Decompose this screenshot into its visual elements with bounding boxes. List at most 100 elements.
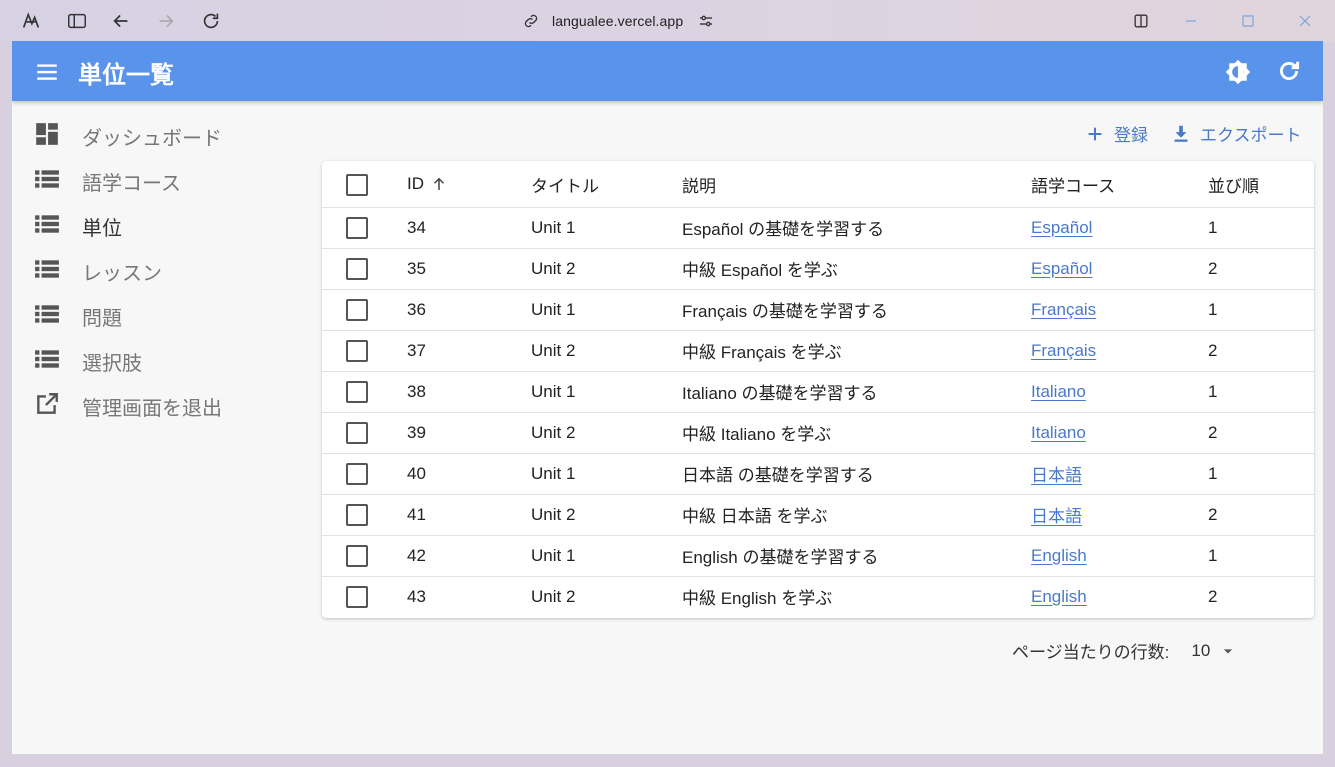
- table-row[interactable]: 43 Unit 2 中級 English を学ぶ English 2: [322, 576, 1314, 617]
- course-link[interactable]: Italiano: [1031, 382, 1086, 402]
- forward-icon[interactable]: [155, 10, 177, 32]
- cell-title: Unit 2: [531, 586, 576, 606]
- cell-title: Unit 1: [531, 545, 576, 565]
- course-link[interactable]: Español: [1031, 259, 1092, 279]
- back-icon[interactable]: [110, 10, 132, 32]
- cell-course: 日本語: [1031, 494, 1082, 535]
- split-view-icon[interactable]: [1131, 11, 1151, 31]
- cell-order: 1: [1208, 299, 1218, 319]
- list-icon: [34, 301, 60, 327]
- row-checkbox[interactable]: [346, 381, 368, 403]
- sidebar-item-label: 選択肢: [82, 353, 142, 375]
- minimize-icon[interactable]: [1181, 11, 1201, 31]
- dropdown-arrow-icon[interactable]: [1218, 641, 1238, 661]
- column-header-title[interactable]: タイトル: [531, 161, 599, 207]
- row-checkbox[interactable]: [346, 217, 368, 239]
- column-header-course[interactable]: 語学コース: [1031, 161, 1115, 207]
- cell-course: Español: [1031, 248, 1092, 289]
- column-header-description[interactable]: 説明: [682, 161, 716, 207]
- row-checkbox[interactable]: [346, 463, 368, 485]
- browser-titlebar: langualee.vercel.app: [0, 0, 1335, 42]
- cell-title: Unit 1: [531, 381, 576, 401]
- dashboard-icon: [34, 121, 60, 147]
- link-icon: [522, 12, 540, 30]
- sidebar-item-exit-admin[interactable]: 管理画面を退出: [12, 383, 312, 423]
- course-link[interactable]: Français: [1031, 300, 1096, 320]
- cell-order: 2: [1208, 586, 1218, 606]
- cell-id: 41: [407, 504, 426, 524]
- address-bar[interactable]: langualee.vercel.app: [522, 9, 715, 33]
- cell-course: Italiano: [1031, 412, 1086, 453]
- cell-title: Unit 1: [531, 463, 576, 483]
- rows-per-page-select[interactable]: 10: [1191, 641, 1210, 661]
- sidebar-item-units[interactable]: 単位: [12, 203, 312, 243]
- sort-ascending-icon: [433, 177, 445, 190]
- course-link[interactable]: Español: [1031, 218, 1092, 238]
- row-checkbox[interactable]: [346, 422, 368, 444]
- course-link[interactable]: 日本語: [1031, 502, 1082, 527]
- column-header-order[interactable]: 並び順: [1208, 161, 1259, 207]
- refresh-icon[interactable]: [1276, 58, 1302, 84]
- cell-order: 2: [1208, 422, 1218, 442]
- course-link[interactable]: 日本語: [1031, 461, 1082, 486]
- site-settings-icon[interactable]: [697, 12, 715, 30]
- sidebar-item-lessons[interactable]: レッスン: [12, 248, 312, 288]
- cell-order: 2: [1208, 340, 1218, 360]
- cell-description: 日本語 の基礎を学習する: [682, 466, 874, 485]
- sidebar-item-courses[interactable]: 語学コース: [12, 158, 312, 198]
- row-checkbox[interactable]: [346, 586, 368, 608]
- sidebar-item-label: ダッシュボード: [82, 128, 222, 150]
- url-text[interactable]: langualee.vercel.app: [552, 13, 683, 29]
- export-button-label: エクスポート: [1200, 126, 1302, 145]
- row-checkbox[interactable]: [346, 504, 368, 526]
- create-button-label: 登録: [1114, 126, 1148, 145]
- cell-title: Unit 1: [531, 217, 576, 237]
- list-icon: [34, 166, 60, 192]
- course-link[interactable]: Français: [1031, 341, 1096, 361]
- menu-icon[interactable]: [34, 59, 60, 85]
- reload-icon[interactable]: [200, 10, 222, 32]
- table-row[interactable]: 37 Unit 2 中級 Français を学ぶ Français 2: [322, 330, 1314, 372]
- select-all-checkbox[interactable]: [346, 174, 368, 196]
- list-icon: [34, 346, 60, 372]
- download-icon: [1174, 125, 1188, 142]
- table-row[interactable]: 39 Unit 2 中級 Italiano を学ぶ Italiano 2: [322, 412, 1314, 454]
- cell-id: 37: [407, 340, 426, 360]
- maximize-icon[interactable]: [1238, 11, 1258, 31]
- sidebar-item-questions[interactable]: 問題: [12, 293, 312, 333]
- row-checkbox[interactable]: [346, 545, 368, 567]
- sidebar-toggle-icon[interactable]: [66, 10, 88, 32]
- cell-id: 43: [407, 586, 426, 606]
- table-row[interactable]: 40 Unit 1 日本語 の基礎を学習する 日本語 1: [322, 453, 1314, 495]
- sidebar-item-label: 問題: [82, 308, 122, 330]
- table-row[interactable]: 42 Unit 1 English の基礎を学習する English 1: [322, 535, 1314, 577]
- table-row[interactable]: 34 Unit 1 Español の基礎を学習する Español 1: [322, 207, 1314, 249]
- list-icon: [34, 211, 60, 237]
- column-header-id[interactable]: ID: [407, 161, 448, 207]
- course-link[interactable]: Italiano: [1031, 423, 1086, 443]
- row-checkbox[interactable]: [346, 340, 368, 362]
- course-link[interactable]: English: [1031, 546, 1087, 566]
- cell-id: 40: [407, 463, 426, 483]
- external-link-icon: [34, 391, 60, 417]
- export-button[interactable]: エクスポート: [1170, 121, 1302, 146]
- table-row[interactable]: 41 Unit 2 中級 日本語 を学ぶ 日本語 2: [322, 494, 1314, 536]
- list-icon: [34, 256, 60, 282]
- table-row[interactable]: 36 Unit 1 Français の基礎を学習する Français 1: [322, 289, 1314, 331]
- table-row[interactable]: 35 Unit 2 中級 Español を学ぶ Español 2: [322, 248, 1314, 290]
- close-icon[interactable]: [1295, 11, 1315, 31]
- browser-logo-icon[interactable]: [20, 10, 42, 32]
- page-title: 単位一覧: [78, 62, 174, 89]
- row-checkbox[interactable]: [346, 258, 368, 280]
- create-button[interactable]: 登録: [1084, 121, 1148, 146]
- cell-description: English の基礎を学習する: [682, 548, 879, 567]
- row-checkbox[interactable]: [346, 299, 368, 321]
- theme-toggle-icon[interactable]: [1224, 58, 1252, 86]
- course-link[interactable]: English: [1031, 587, 1087, 607]
- cell-description: Français の基礎を学習する: [682, 302, 888, 321]
- cell-id: 34: [407, 217, 426, 237]
- sidebar-item-choices[interactable]: 選択肢: [12, 338, 312, 378]
- table-row[interactable]: 38 Unit 1 Italiano の基礎を学習する Italiano 1: [322, 371, 1314, 413]
- sidebar-item-label: レッスン: [82, 263, 162, 285]
- sidebar-item-dashboard[interactable]: ダッシュボード: [12, 113, 312, 153]
